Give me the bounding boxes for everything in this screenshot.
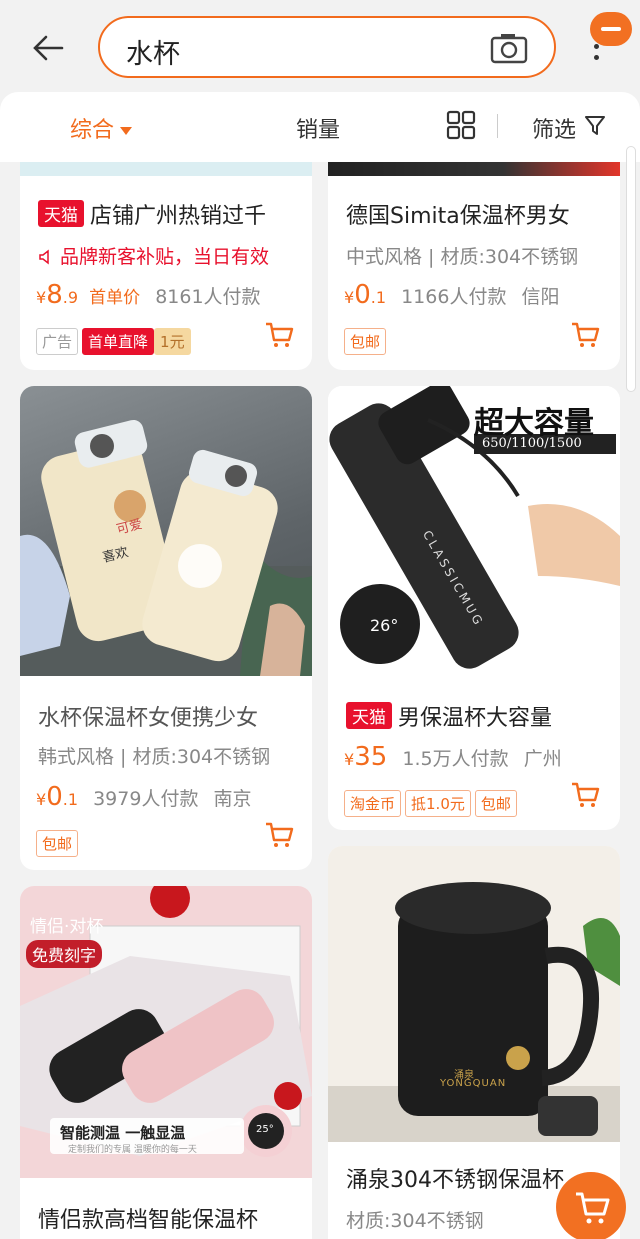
- add-to-cart-icon[interactable]: [570, 320, 600, 350]
- price: ¥8.9: [36, 280, 78, 310]
- image-temperature: 26°: [370, 616, 399, 635]
- product-title: 涌泉304不锈钢保温杯: [346, 1168, 564, 1193]
- speaker-icon: [39, 249, 49, 265]
- product-attributes: 韩式风格 | 材质:304不锈钢: [38, 746, 271, 768]
- discount-chip: 首单直降: [82, 328, 155, 355]
- price: ¥0.1: [36, 782, 78, 812]
- promo-label: 品牌新客补贴，当日有效: [60, 246, 270, 268]
- funnel-icon[interactable]: [584, 114, 606, 136]
- product-title: 水杯保温杯女便携少女: [38, 706, 259, 731]
- first-order-label: 首单价: [89, 288, 141, 308]
- mug-brand: YONGQUAN: [440, 1078, 507, 1089]
- price-row: ¥0.1 3979人付款 南京: [36, 782, 252, 812]
- image-temperature: 25°: [256, 1124, 274, 1135]
- product-image: 情侣·对杯 免费刻字 智能测温 一触显温 定制我们的专属 温暖你的每一天 25°: [20, 886, 312, 1178]
- sort-filter-bar: 综合 销量 筛选: [0, 92, 640, 162]
- product-image: [20, 162, 312, 176]
- price-row: ¥0.1 1166人付款 信阳: [344, 280, 560, 310]
- product-card[interactable]: 情侣·对杯 免费刻字 智能测温 一触显温 定制我们的专属 温暖你的每一天 25°…: [20, 886, 312, 1239]
- chip-row: 淘金币 抵1.0元 包邮: [344, 790, 521, 817]
- ad-chip: 广告: [36, 328, 79, 355]
- tmall-tag: 天猫: [38, 200, 84, 227]
- free-shipping-chip: 包邮: [36, 830, 79, 857]
- search-input[interactable]: 水杯: [98, 16, 556, 78]
- filter-button[interactable]: 筛选: [532, 112, 576, 144]
- coin-discount-chip: 抵1.0元: [405, 790, 471, 817]
- price: ¥0.1: [344, 280, 386, 310]
- location: 信阳: [521, 286, 560, 308]
- caret-down-icon: [120, 127, 133, 135]
- image-subtext: 定制我们的专属 温暖你的每一天: [68, 1145, 197, 1155]
- image-tag: 免费刻字: [26, 940, 103, 968]
- promo-text: 品牌新客补贴，当日有效: [38, 242, 269, 269]
- tmall-tag: 天猫: [346, 702, 392, 729]
- message-badge: [590, 12, 632, 46]
- product-card[interactable]: 超大容量 650/1100/1500 CLASSICMUG 26° 天猫 男保温杯…: [328, 386, 620, 830]
- location: 南京: [213, 788, 252, 810]
- water-bottles-illustration: [20, 419, 312, 676]
- sort-sales[interactable]: 销量: [296, 112, 340, 144]
- more-dots-icon: [594, 44, 600, 66]
- search-query: 水杯: [126, 39, 180, 70]
- sales-count: 8161人付款: [155, 286, 261, 308]
- product-image: [328, 162, 620, 176]
- more-menu-button[interactable]: [584, 8, 634, 68]
- sales-count: 1166人付款: [401, 286, 507, 308]
- product-title: 天猫 店铺广州热销过千: [38, 198, 266, 230]
- chip-row: 广告 首单直降 1元: [36, 328, 195, 355]
- product-card[interactable]: 德国Simita保温杯男女 中式风格 | 材质:304不锈钢 ¥0.1 1166…: [328, 162, 620, 370]
- sort-comprehensive-label: 综合: [70, 118, 115, 143]
- product-attributes: 中式风格 | 材质:304不锈钢: [346, 246, 579, 268]
- cart-icon: [576, 1192, 610, 1224]
- chip-row: 包邮: [344, 328, 390, 355]
- product-attributes: 材质:304不锈钢: [346, 1210, 484, 1232]
- product-title-text: 店铺广州热销过千: [90, 204, 267, 229]
- add-to-cart-icon[interactable]: [264, 820, 294, 850]
- add-to-cart-icon[interactable]: [264, 320, 294, 350]
- price-row: ¥8.9 首单价 8161人付款: [36, 280, 261, 310]
- top-bar: 水杯: [0, 0, 640, 92]
- product-image: 超大容量 650/1100/1500 CLASSICMUG 26°: [328, 386, 620, 676]
- product-card[interactable]: 天猫 店铺广州热销过千 品牌新客补贴，当日有效 ¥8.9 首单价 8161人付款 …: [20, 162, 312, 370]
- add-to-cart-icon[interactable]: [570, 780, 600, 810]
- price-row: ¥35 1.5万人付款 广州: [344, 742, 562, 772]
- product-image: 涌泉 YONGQUAN: [328, 846, 620, 1142]
- product-image: 可爱 喜欢: [20, 386, 312, 676]
- free-shipping-chip: 包邮: [344, 328, 387, 355]
- divider: [497, 114, 498, 138]
- location: 广州: [523, 748, 562, 770]
- price: ¥35: [344, 742, 388, 772]
- back-arrow-icon[interactable]: [28, 28, 68, 68]
- mug-illustration: [328, 882, 620, 1142]
- floating-cart-button[interactable]: [556, 1172, 626, 1239]
- product-title-text: 男保温杯大容量: [398, 706, 553, 731]
- product-title: 天猫 男保温杯大容量: [346, 700, 552, 732]
- chip-row: 包邮: [36, 830, 82, 857]
- product-card[interactable]: 可爱 喜欢 水杯保温杯女便携少女 韩式风格 | 材质:304不锈钢 ¥0.1 3…: [20, 386, 312, 870]
- sales-count: 3979人付款: [93, 788, 199, 810]
- product-title: 情侣款高档智能保温杯: [38, 1208, 259, 1233]
- grid-view-icon[interactable]: [446, 110, 476, 140]
- image-tag: 情侣·对杯: [30, 917, 104, 937]
- coin-chip: 淘金币: [344, 790, 402, 817]
- image-banner: 智能测温 一触显温: [60, 1124, 186, 1142]
- sales-count: 1.5万人付款: [402, 748, 509, 770]
- camera-icon[interactable]: [490, 32, 528, 64]
- scrollbar-thumb[interactable]: [626, 146, 636, 392]
- sort-comprehensive[interactable]: 综合: [70, 112, 133, 144]
- product-title: 德国Simita保温杯男女: [346, 204, 570, 229]
- image-sizes: 650/1100/1500: [482, 436, 582, 451]
- free-shipping-chip: 包邮: [474, 790, 517, 817]
- discount-amount-chip: 1元: [154, 328, 191, 355]
